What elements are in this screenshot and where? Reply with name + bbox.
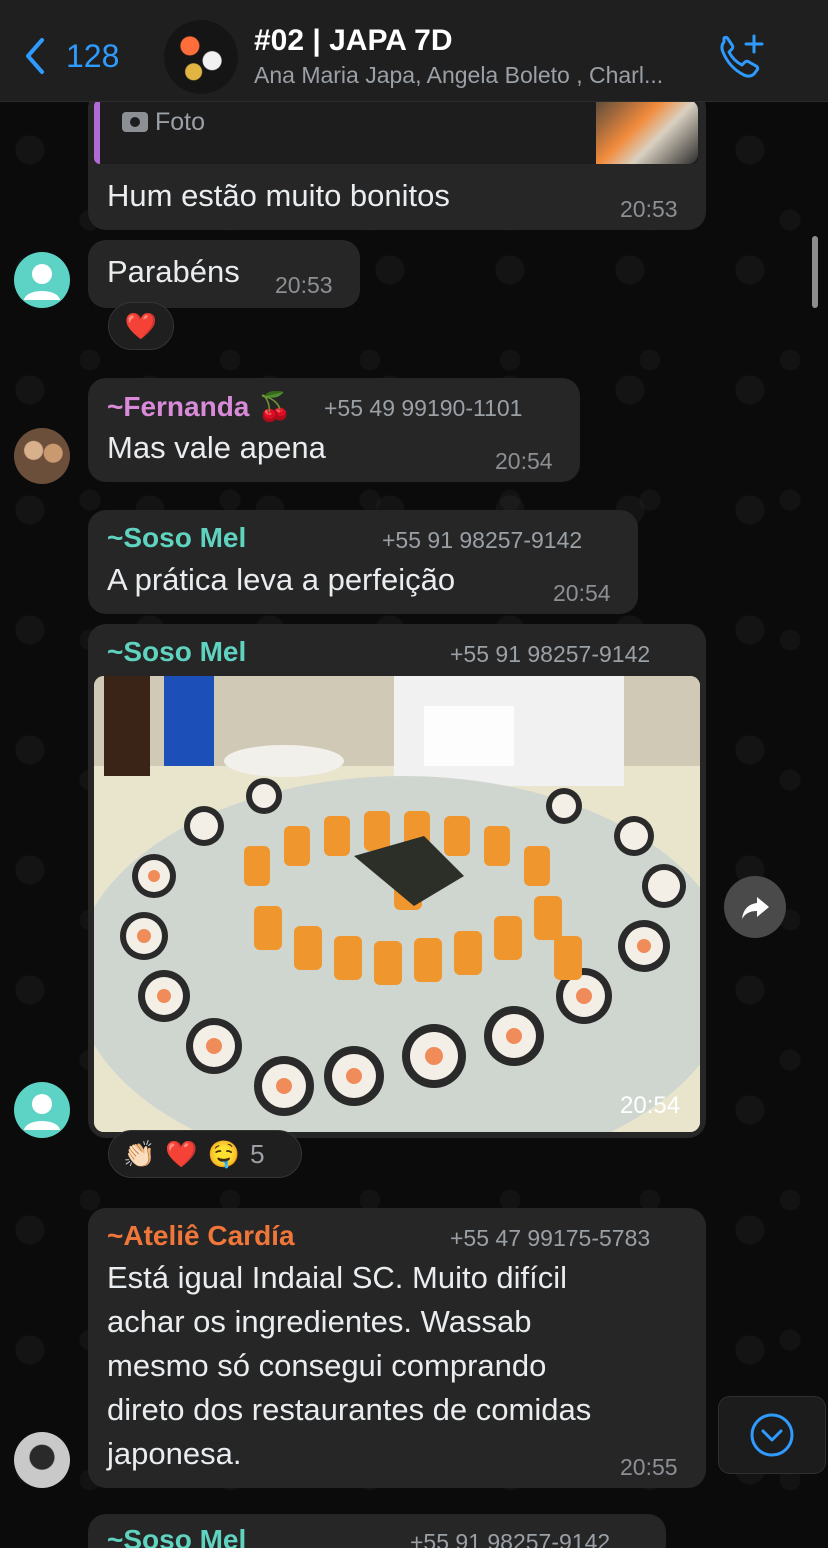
message-text: A prática leva a perfeição [107, 562, 456, 597]
sender-phone: +55 47 99175-5783 [450, 1225, 651, 1251]
add-call-button[interactable] [714, 32, 768, 82]
message-line: achar os ingredientes. Wassab [107, 1304, 532, 1339]
sender-name[interactable]: ~Ateliê Cardía [107, 1220, 295, 1252]
message-time: 20:55 [620, 1454, 678, 1480]
message-time: 20:54 [553, 580, 611, 606]
message-line: japonesa. [107, 1436, 242, 1471]
person-icon [24, 264, 60, 300]
reaction-badge[interactable]: ❤️ [108, 302, 174, 350]
clapping-emoji: 👏🏻 [123, 1138, 156, 1169]
message-text: Hum estão muito bonitos [107, 178, 450, 213]
message-time: 20:53 [620, 196, 678, 222]
drooling-emoji: 🤤 [207, 1138, 241, 1169]
camera-icon [122, 112, 148, 132]
message-text: Mas vale apena [107, 430, 326, 465]
photo-time: 20:54 [620, 1092, 681, 1119]
person-icon [24, 1094, 60, 1130]
reply-thumbnail[interactable] [596, 100, 698, 164]
group-title[interactable]: #02 | JAPA 7D [254, 24, 453, 58]
forward-arrow-icon [742, 897, 769, 919]
reaction-count: 5 [250, 1138, 265, 1169]
chevron-left-icon [26, 38, 44, 74]
reaction-badge[interactable]: 👏🏻 ❤️ 🤤 5 [108, 1130, 302, 1178]
message-line: Está igual Indaial SC. Muito difícil [107, 1260, 568, 1295]
unread-count: 128 [66, 37, 120, 74]
sushi-platter-image [94, 676, 700, 1132]
sender-name[interactable]: ~Soso Mel [107, 522, 246, 554]
sender-phone: +55 91 98257-9142 [382, 527, 583, 553]
avatar[interactable] [14, 252, 70, 308]
avatar[interactable] [14, 428, 70, 484]
forward-button[interactable] [724, 876, 786, 938]
avatar[interactable] [14, 1082, 70, 1138]
back-button[interactable]: 128 [20, 34, 119, 78]
scroll-to-bottom-button[interactable] [718, 1396, 826, 1474]
heart-emoji: ❤️ [124, 310, 158, 341]
sender-phone: +55 49 99190-1101 [324, 395, 523, 421]
message-text: Parabéns [107, 254, 240, 289]
group-avatar[interactable] [164, 20, 238, 94]
message-time: 20:53 [275, 272, 333, 298]
heart-emoji: ❤️ [165, 1138, 198, 1169]
sender-name[interactable]: ~Soso Mel [107, 636, 246, 668]
message-time: 20:54 [495, 448, 553, 474]
sender-name[interactable]: ~Soso Mel [107, 1524, 246, 1548]
sender-phone: +55 91 98257-9142 [450, 641, 651, 667]
chat-header: 128 #02 | JAPA 7D Ana Maria Japa, Angela… [0, 0, 828, 102]
scrollbar[interactable] [812, 236, 818, 308]
group-members-preview[interactable]: Ana Maria Japa, Angela Boleto , Charl... [254, 62, 700, 89]
sender-phone: +55 91 98257-9142 [410, 1529, 611, 1548]
sushi-photo[interactable]: 20:54 [94, 676, 700, 1132]
sender-name[interactable]: ~Fernanda 🍒 [107, 390, 292, 423]
message-line: mesmo só consegui comprando [107, 1348, 547, 1383]
message-line: direto dos restaurantes de comidas [107, 1392, 592, 1427]
avatar[interactable] [14, 1432, 70, 1488]
phone-plus-icon [720, 34, 764, 78]
reply-label: Foto [155, 108, 206, 136]
chevron-down-circle-icon [750, 1413, 794, 1457]
